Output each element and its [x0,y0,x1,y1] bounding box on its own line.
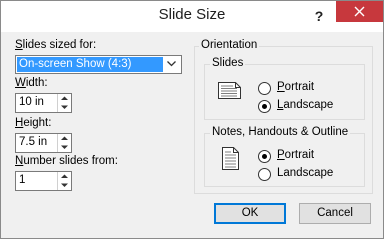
caret-up-icon [61,96,68,100]
notes-portrait-label: Portrait [277,149,315,161]
caret-down-icon [61,145,68,149]
number-slides-from-value[interactable]: 1 [19,174,25,186]
notes-landscape-radio[interactable]: Landscape [258,167,378,183]
width-decrement-button[interactable] [58,103,71,112]
width-label: Width: [15,77,48,89]
number-slides-from-spinner[interactable]: 1 [15,171,72,191]
slides-sized-for-label: Slides sized for: [15,39,97,51]
height-spin-buttons [57,134,71,152]
close-button[interactable] [336,1,383,22]
width-spinner[interactable]: 10 in [15,93,72,113]
ok-button[interactable]: OK [214,203,286,224]
number-spin-buttons [57,172,71,190]
slides-portrait-label: Portrait [277,81,315,93]
slides-sized-for-value: On-screen Show (4:3) [17,57,163,72]
notes-portrait-radio[interactable]: Portrait [258,149,378,165]
width-value[interactable]: 10 in [19,96,44,108]
slide-size-dialog: Slide Size ? Slides sized for: On-screen… [0,0,384,239]
caret-down-icon [61,105,68,109]
chevron-down-icon [167,61,176,67]
cancel-button[interactable]: Cancel [299,203,371,224]
slides-orientation-title: Slides [210,57,246,69]
caret-up-icon [61,174,68,178]
close-icon [354,6,365,17]
height-spinner[interactable]: 7.5 in [15,133,72,153]
slides-portrait-radio[interactable]: Portrait [258,81,378,97]
radio-indicator[interactable] [258,100,271,113]
slides-landscape-radio[interactable]: Landscape [258,99,378,115]
height-increment-button[interactable] [58,134,71,143]
portrait-page-icon [222,147,239,170]
notes-landscape-label: Landscape [277,167,334,179]
orientation-title: Orientation [199,39,260,51]
notes-orientation-title: Notes, Handouts & Outline [210,126,351,138]
width-increment-button[interactable] [58,94,71,103]
radio-indicator[interactable] [258,168,271,181]
landscape-page-icon [218,82,241,99]
dropdown-arrow[interactable] [163,56,181,73]
number-slides-from-label: Number slides from: [15,155,118,167]
radio-indicator[interactable] [258,82,271,95]
number-increment-button[interactable] [58,172,71,181]
height-value[interactable]: 7.5 in [19,136,47,148]
radio-indicator[interactable] [258,150,271,163]
number-decrement-button[interactable] [58,181,71,190]
caret-down-icon [61,183,68,187]
height-decrement-button[interactable] [58,143,71,152]
title-bar: Slide Size ? [1,1,383,32]
slides-sized-for-select[interactable]: On-screen Show (4:3) [15,55,182,74]
help-button[interactable]: ? [297,1,341,32]
caret-up-icon [61,136,68,140]
slides-landscape-label: Landscape [277,99,334,111]
height-label: Height: [15,117,52,129]
width-spin-buttons [57,94,71,112]
